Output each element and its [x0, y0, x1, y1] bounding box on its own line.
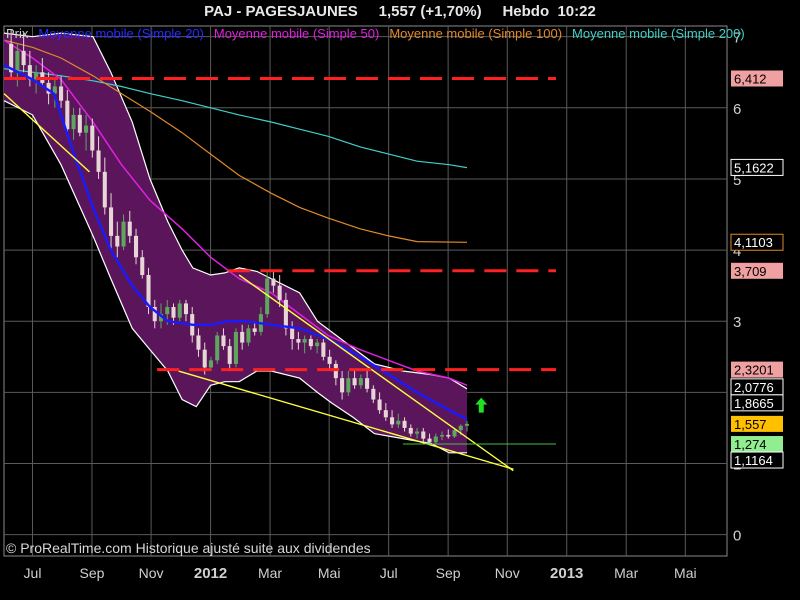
candle-body [90, 125, 95, 151]
candle-body [346, 378, 351, 393]
candle-body [352, 378, 357, 386]
candle-body [283, 299, 288, 329]
price-label: 4,1103 [734, 235, 773, 250]
y-tick-label: 3 [733, 314, 741, 331]
candle-body [177, 303, 182, 318]
candle-body [115, 235, 120, 247]
candle-body [415, 431, 420, 434]
candle-body [171, 307, 176, 318]
candle-body [327, 356, 332, 364]
candle-body [433, 436, 438, 443]
candle-body [121, 221, 126, 247]
price-label: 1,274 [734, 437, 767, 452]
y-tick-label: 0 [733, 528, 741, 545]
candle-body [396, 420, 401, 425]
candle-body [315, 342, 320, 347]
candle-body [408, 427, 413, 434]
candle-body [296, 339, 301, 343]
candle-body [233, 331, 238, 364]
candle-body [358, 378, 363, 386]
candle-body [240, 331, 245, 343]
candle-body [290, 328, 295, 340]
price-label: 1,8665 [734, 396, 774, 411]
candle-body [383, 410, 388, 418]
candle-body [102, 171, 107, 208]
x-tick-label: Mai [674, 565, 697, 581]
legend-entry: Moyenne mobile (Simple 50) [214, 26, 379, 41]
candle-body [402, 420, 407, 428]
candle-body [183, 303, 189, 315]
candle-body [464, 423, 470, 426]
candle-body [458, 425, 463, 431]
x-tick-label: Nov [139, 565, 164, 581]
candle-body [365, 378, 370, 389]
candle-body [446, 435, 451, 437]
candle-body [277, 285, 282, 300]
candle-body [202, 349, 207, 368]
candle-body [140, 257, 145, 275]
candle-body [390, 417, 395, 425]
price-label: 6,412 [734, 72, 767, 87]
candle-body [96, 150, 101, 172]
candle-body [84, 125, 89, 133]
price-label: 3,709 [734, 264, 767, 279]
x-tick-label: Sep [80, 565, 105, 581]
candle-body [165, 307, 170, 315]
candle-body [452, 430, 457, 437]
watermark: © ProRealTime.com Historique ajusté suit… [6, 540, 371, 556]
candle-body [421, 431, 426, 439]
candle-body [109, 207, 114, 236]
candle-body [271, 278, 276, 286]
x-tick-label: Sep [436, 565, 461, 581]
price-label: 2,3201 [734, 363, 774, 378]
legend-entry: Prix [6, 26, 29, 41]
x-tick-label: 2012 [194, 565, 227, 582]
x-tick-label: Mar [258, 565, 282, 581]
candle-body [208, 360, 213, 368]
candle-body [59, 86, 64, 101]
candle-body [221, 335, 226, 347]
x-tick-label: 2013 [550, 565, 583, 582]
legend-entry: Moyenne mobile (Simple 100) [389, 26, 562, 41]
candle-body [215, 335, 220, 361]
candle-body [71, 114, 76, 130]
x-tick-label: Jul [24, 565, 42, 581]
candle-body [133, 235, 139, 258]
x-tick-label: Mai [318, 565, 341, 581]
candle-body [371, 388, 376, 400]
candle-body [302, 339, 307, 343]
candle-body [77, 114, 82, 133]
candle-body [196, 335, 201, 350]
y-tick-label: 6 [733, 101, 741, 118]
price-label: 5,1622 [734, 160, 774, 175]
candle-body [321, 342, 326, 357]
legend-entry: Moyenne mobile (Simple 200) [572, 26, 745, 41]
candle-body [252, 328, 257, 332]
x-tick-label: Mar [614, 565, 638, 581]
candle-body [427, 438, 432, 443]
price-chart[interactable]: 76543210JulSepNov2012MarMaiJulSepNov2013… [0, 0, 800, 600]
price-label: 1,1164 [734, 453, 773, 468]
x-tick-label: Jul [380, 565, 398, 581]
candle-body [227, 346, 232, 364]
candle-body [439, 435, 445, 437]
candle-body [21, 50, 26, 66]
candle-body [65, 100, 70, 130]
price-label: 1,557 [734, 417, 767, 432]
legend-entry: Moyenne mobile (Simple 20) [38, 26, 203, 41]
price-label: 2,0776 [734, 380, 774, 395]
candle-body [15, 50, 20, 73]
candle-body [377, 399, 382, 411]
candle-body [340, 378, 345, 393]
candle-body [308, 339, 313, 347]
candle-body [127, 221, 132, 236]
x-tick-label: Nov [495, 565, 520, 581]
candle-body [246, 328, 251, 343]
